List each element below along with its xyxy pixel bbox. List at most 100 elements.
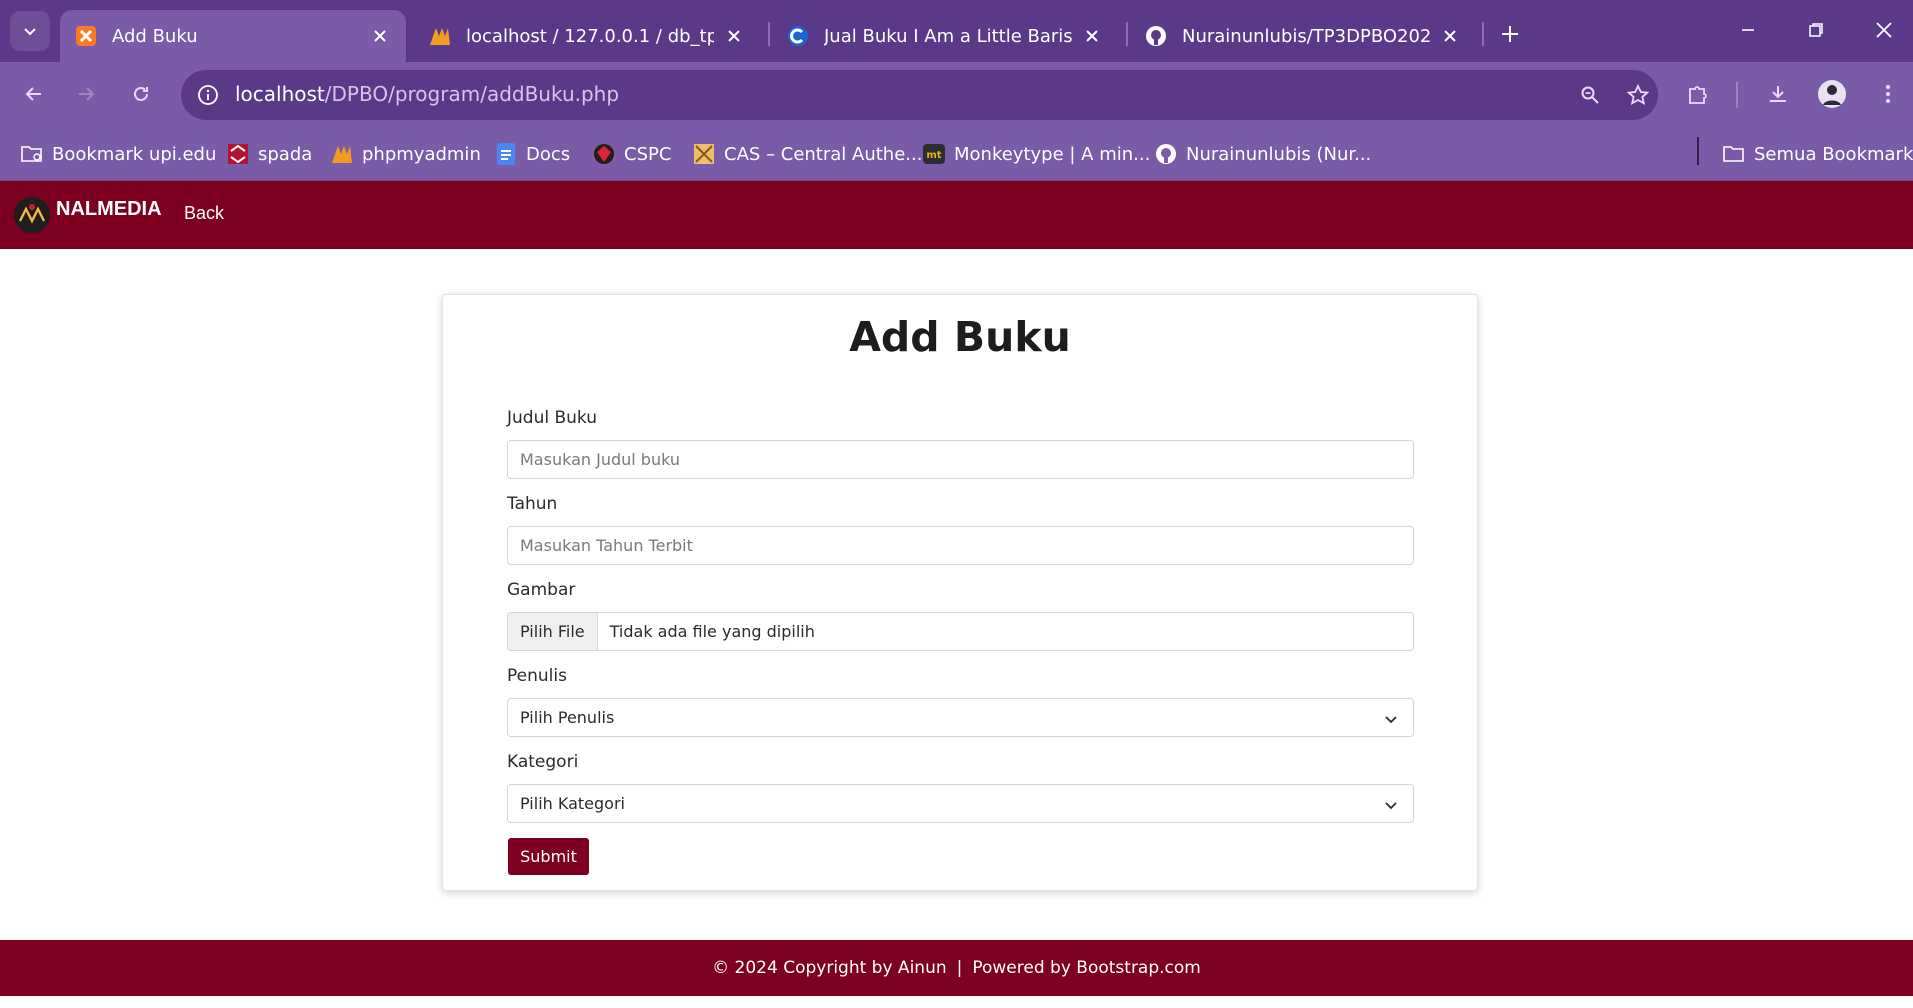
tahun-input[interactable] xyxy=(507,526,1414,565)
submit-button[interactable]: Submit xyxy=(508,838,589,875)
phpmyadmin-icon xyxy=(428,24,452,48)
kategori-label: Kategori xyxy=(507,752,579,772)
cspc-icon xyxy=(592,142,616,166)
address-bar[interactable]: localhost/DPBO/program/addBuku.php xyxy=(181,70,1658,120)
github-icon xyxy=(1154,142,1178,166)
gambar-label: Gambar xyxy=(507,580,576,600)
tab-separator xyxy=(1482,22,1484,46)
bookmark-upi[interactable]: Bookmark upi.edu xyxy=(20,139,216,169)
footer-separator: | xyxy=(956,958,963,978)
footer-powered: Powered by Bootstrap.com xyxy=(972,958,1201,978)
tab-phpmyadmin[interactable]: localhost / 127.0.0.1 / db_tp3_b xyxy=(414,10,760,62)
downloads-button[interactable] xyxy=(1758,74,1798,114)
close-icon[interactable] xyxy=(1438,24,1462,48)
close-icon[interactable] xyxy=(1080,24,1104,48)
toolbar-divider xyxy=(1736,82,1738,108)
minimize-button[interactable] xyxy=(1718,10,1778,50)
tab-title: Jual Buku I Am a Little Barista K xyxy=(824,25,1072,47)
footer-copyright: © 2024 Copyright by Ainun xyxy=(712,958,947,978)
spada-icon xyxy=(226,142,250,166)
close-icon[interactable] xyxy=(368,24,392,48)
url-host: localhost xyxy=(235,82,325,106)
tab-separator xyxy=(768,22,770,46)
penulis-select[interactable]: Pilih Penulis xyxy=(507,698,1414,737)
tab-jual-buku[interactable]: Jual Buku I Am a Little Barista K xyxy=(772,10,1118,62)
phpmyadmin-icon xyxy=(330,142,354,166)
restore-button[interactable] xyxy=(1786,10,1846,50)
menu-button[interactable] xyxy=(1868,74,1908,114)
folder-icon xyxy=(1722,142,1746,166)
gambar-file-input[interactable]: Pilih File Tidak ada file yang dipilih xyxy=(507,612,1414,651)
bookmark-label: phpmyadmin xyxy=(362,143,481,165)
github-icon xyxy=(1144,24,1168,48)
nav-back-link[interactable]: Back xyxy=(184,203,224,224)
chevron-down-icon xyxy=(1385,802,1397,810)
bookmark-cspc[interactable]: CSPC xyxy=(592,139,671,169)
add-buku-card: Add Buku Judul Buku Tahun Gambar Pilih F… xyxy=(442,294,1478,891)
back-button[interactable] xyxy=(14,74,54,114)
docs-icon xyxy=(494,142,518,166)
arrow-right-icon xyxy=(79,87,95,101)
bookmark-docs[interactable]: Docs xyxy=(494,139,570,169)
bookmarks-bar: Bookmark upi.edu spada phpmyadmin Docs C… xyxy=(0,127,1913,181)
bookmark-phpmyadmin[interactable]: phpmyadmin xyxy=(330,139,481,169)
bookmark-label: spada xyxy=(258,143,313,165)
tab-search-button[interactable] xyxy=(10,11,50,51)
bookmark-label: Monkeytype | A min... xyxy=(954,143,1151,165)
bookmark-spada[interactable]: spada xyxy=(226,139,312,169)
bookmark-github[interactable]: Nurainunlubis (Nur... xyxy=(1154,139,1371,169)
avatar-icon xyxy=(1818,80,1846,108)
arrow-left-icon xyxy=(25,87,41,101)
plus-icon xyxy=(1502,26,1518,42)
tab-strip: Add Buku localhost / 127.0.0.1 / db_tp3_… xyxy=(0,0,1913,62)
chevron-down-icon xyxy=(24,28,36,36)
bookmark-cas[interactable]: CAS – Central Authe... xyxy=(692,139,922,169)
reload-button[interactable] xyxy=(121,74,161,114)
bookmark-label: Nurainunlubis (Nur... xyxy=(1186,143,1372,165)
extensions-button[interactable] xyxy=(1678,74,1718,114)
profile-avatar[interactable] xyxy=(1812,74,1852,114)
close-icon[interactable] xyxy=(722,24,746,48)
cas-icon xyxy=(692,142,716,166)
reload-icon xyxy=(134,86,148,101)
judul-label: Judul Buku xyxy=(507,408,598,428)
monkeytype-icon: mt xyxy=(922,142,946,166)
kategori-selected-value: Pilih Kategori xyxy=(520,794,625,813)
file-status: Tidak ada file yang dipilih xyxy=(609,622,815,641)
forward-button[interactable] xyxy=(66,74,106,114)
bookmark-label: Semua Bookmark xyxy=(1754,143,1913,165)
brand-logo[interactable] xyxy=(14,197,50,233)
penulis-selected-value: Pilih Penulis xyxy=(520,708,615,727)
restore-icon xyxy=(1809,23,1823,37)
browser-toolbar: localhost/DPBO/program/addBuku.php xyxy=(0,62,1913,127)
bookmark-monkeytype[interactable]: mt Monkeytype | A min... xyxy=(922,139,1150,169)
brand-name[interactable]: NALMEDIA xyxy=(56,198,162,221)
all-bookmarks[interactable]: Semua Bookmark xyxy=(1722,139,1913,169)
browser-chrome: Add Buku localhost / 127.0.0.1 / db_tp3_… xyxy=(0,0,1913,181)
url-text[interactable]: localhost/DPBO/program/addBuku.php xyxy=(235,82,619,106)
puzzle-icon xyxy=(1689,86,1707,104)
judul-buku-input[interactable] xyxy=(507,440,1414,479)
tab-title: Add Buku xyxy=(112,25,198,47)
bookmarks-divider xyxy=(1697,137,1699,165)
bookmark-label: CAS – Central Authe... xyxy=(724,143,923,165)
site-navbar: NALMEDIA Back xyxy=(0,181,1913,249)
xampp-icon xyxy=(74,24,98,48)
download-icon xyxy=(1770,86,1786,102)
choose-file-button[interactable]: Pilih File xyxy=(508,613,598,650)
tab-add-buku[interactable]: Add Buku xyxy=(60,10,406,62)
bookmark-label: CSPC xyxy=(624,143,672,165)
site-info-icon[interactable] xyxy=(191,78,225,112)
window-close-button[interactable] xyxy=(1854,10,1913,50)
tahun-label: Tahun xyxy=(507,494,558,514)
tab-title: localhost / 127.0.0.1 / db_tp3_b xyxy=(466,25,714,47)
kategori-select[interactable]: Pilih Kategori xyxy=(507,784,1414,823)
url-path: /DPBO/program/addBuku.php xyxy=(324,82,620,106)
tab-github[interactable]: Nurainunlubis/TP3DPBO2024C1 xyxy=(1130,10,1476,62)
tab-title: Nurainunlubis/TP3DPBO2024C1 xyxy=(1182,25,1430,47)
zoom-icon[interactable] xyxy=(1573,78,1607,112)
tab-separator xyxy=(1126,22,1128,46)
bookmark-label: Docs xyxy=(526,143,571,165)
new-tab-button[interactable] xyxy=(1492,16,1528,52)
bookmark-star-icon[interactable] xyxy=(1621,78,1655,112)
